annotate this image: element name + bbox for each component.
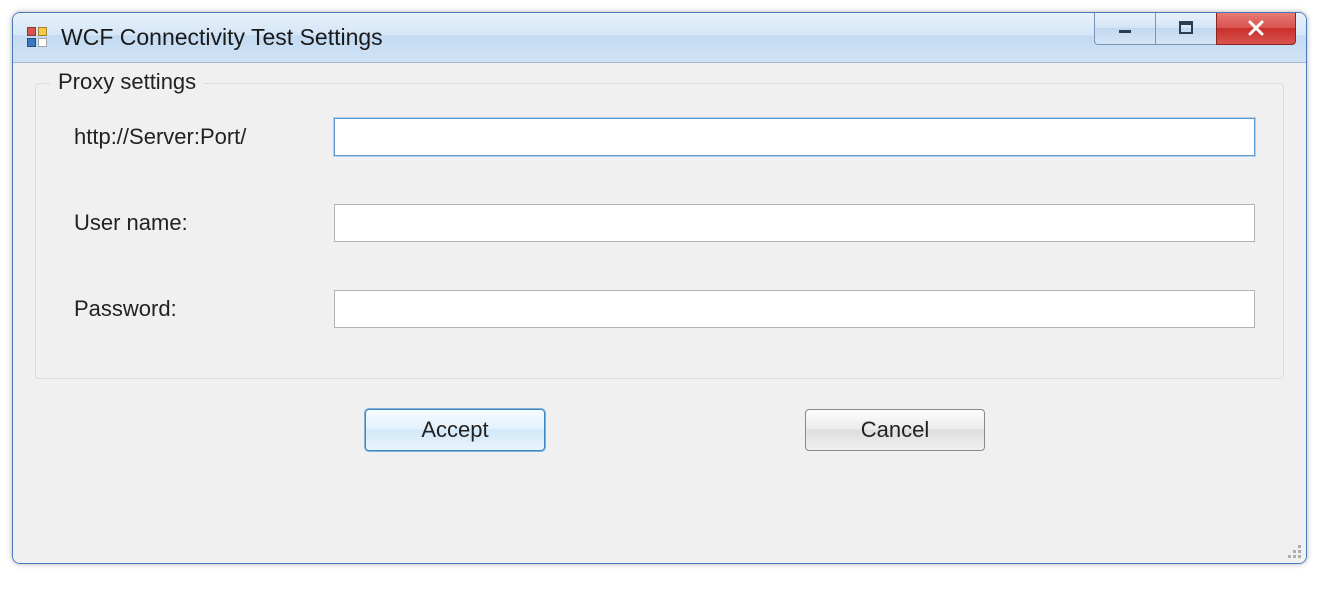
username-label: User name: [74, 210, 334, 236]
close-icon [1246, 18, 1266, 38]
cancel-button-label: Cancel [861, 417, 929, 443]
dialog-buttons: Accept Cancel [35, 409, 1284, 451]
cancel-button[interactable]: Cancel [805, 409, 985, 451]
app-icon [27, 27, 49, 49]
server-row: http://Server:Port/ [74, 118, 1255, 156]
groupbox-legend: Proxy settings [50, 69, 204, 95]
minimize-button[interactable] [1094, 13, 1156, 45]
server-input[interactable] [334, 118, 1255, 156]
dialog-window: WCF Connectivity Test Settings [12, 12, 1307, 564]
server-label: http://Server:Port/ [74, 124, 334, 150]
accept-button[interactable]: Accept [365, 409, 545, 451]
proxy-settings-group: Proxy settings http://Server:Port/ User … [35, 83, 1284, 379]
client-area: Proxy settings http://Server:Port/ User … [13, 63, 1306, 563]
password-input[interactable] [334, 290, 1255, 328]
window-controls [1095, 13, 1296, 45]
minimize-icon [1116, 19, 1134, 37]
password-row: Password: [74, 290, 1255, 328]
close-button[interactable] [1216, 13, 1296, 45]
accept-button-label: Accept [421, 417, 488, 443]
resize-grip[interactable] [1284, 541, 1302, 559]
titlebar[interactable]: WCF Connectivity Test Settings [13, 13, 1306, 63]
maximize-icon [1177, 19, 1195, 37]
maximize-button[interactable] [1155, 13, 1217, 45]
username-row: User name: [74, 204, 1255, 242]
username-input[interactable] [334, 204, 1255, 242]
password-label: Password: [74, 296, 334, 322]
window-title: WCF Connectivity Test Settings [61, 24, 1095, 51]
